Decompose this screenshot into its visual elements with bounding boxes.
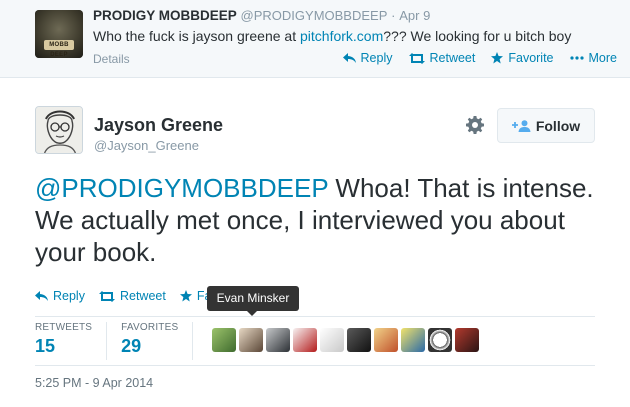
- parent-favorite-button[interactable]: Favorite: [491, 51, 554, 65]
- parent-avatar[interactable]: MOBB DEEP: [35, 10, 83, 58]
- parent-timestamp[interactable]: Apr 9: [399, 8, 430, 23]
- mention-link[interactable]: @PRODIGYMOBBDEEP: [35, 173, 328, 203]
- avatar-logo-text: MOBB DEEP: [44, 40, 74, 58]
- parent-favorite-label: Favorite: [508, 51, 554, 65]
- parent-header: PRODIGY MOBBDEEP @PRODIGYMOBBDEEP · Apr …: [93, 8, 430, 23]
- retweet-button[interactable]: Retweet: [98, 289, 166, 303]
- favoriter-avatar[interactable]: [428, 328, 452, 352]
- favoriter-avatar[interactable]: [347, 328, 371, 352]
- favoriter-avatar[interactable]: [401, 328, 425, 352]
- reply-button[interactable]: Reply: [35, 289, 85, 303]
- favoriter-avatar[interactable]: [212, 328, 236, 352]
- author-avatar[interactable]: [35, 106, 83, 154]
- ellipsis-icon: [569, 56, 584, 60]
- favorites-stat-label: FAVORITES: [121, 322, 179, 333]
- star-icon: [179, 290, 192, 302]
- retweet-label: Retweet: [119, 289, 166, 303]
- favoriter-avatar[interactable]: [239, 328, 263, 352]
- parent-more-label: More: [588, 51, 617, 65]
- parent-link[interactable]: pitchfork.com: [300, 28, 383, 44]
- parent-tweet[interactable]: MOBB DEEP PRODIGY MOBBDEEP @PRODIGYMOBBD…: [0, 0, 630, 78]
- favoriter-avatars: [212, 328, 479, 352]
- details-link[interactable]: Details: [93, 52, 130, 66]
- retweets-stat[interactable]: RETWEETS 15: [35, 322, 108, 360]
- reply-icon: [342, 52, 356, 63]
- engagement-stats: RETWEETS 15 FAVORITES 29: [35, 322, 207, 360]
- parent-text-after: ??? We looking for u bitch boy: [383, 28, 572, 44]
- parent-retweet-button[interactable]: Retweet: [408, 51, 476, 65]
- favoriter-avatar[interactable]: [293, 328, 317, 352]
- add-user-icon: [511, 119, 531, 132]
- favorites-stat[interactable]: FAVORITES 29: [121, 322, 194, 360]
- retweet-icon: [408, 52, 425, 64]
- parent-author-handle[interactable]: @PRODIGYMOBBDEEP: [241, 8, 388, 23]
- favoriter-avatar[interactable]: [266, 328, 290, 352]
- divider: [35, 316, 595, 317]
- follow-button[interactable]: Follow: [497, 108, 595, 143]
- separator-dot: ·: [391, 8, 396, 23]
- parent-tweet-text: Who the fuck is jayson greene at pitchfo…: [93, 28, 571, 44]
- user-tooltip: Evan Minsker: [207, 286, 299, 316]
- retweet-icon: [98, 290, 115, 302]
- parent-author-name[interactable]: PRODIGY MOBBDEEP: [93, 8, 237, 23]
- divider: [35, 365, 595, 366]
- parent-text-before: Who the fuck is jayson greene at: [93, 28, 300, 44]
- retweets-count: 15: [35, 336, 56, 356]
- tweet-timestamp[interactable]: 5:25 PM - 9 Apr 2014: [35, 376, 153, 390]
- reply-label: Reply: [53, 289, 85, 303]
- parent-more-button[interactable]: More: [569, 51, 617, 65]
- author-name[interactable]: Jayson Greene: [94, 115, 223, 136]
- reply-icon: [35, 290, 48, 301]
- parent-reply-label: Reply: [360, 51, 393, 65]
- parent-retweet-label: Retweet: [429, 51, 476, 65]
- tweet-text: @PRODIGYMOBBDEEP Whoa! That is intense. …: [35, 172, 595, 268]
- star-icon: [491, 52, 504, 64]
- sketch-portrait-image: [36, 107, 82, 153]
- retweets-stat-label: RETWEETS: [35, 322, 93, 333]
- author-handle[interactable]: @Jayson_Greene: [94, 138, 199, 153]
- favoriter-avatar[interactable]: [455, 328, 479, 352]
- parent-action-bar: Reply Retweet Favorite More: [342, 51, 617, 65]
- follow-label: Follow: [535, 117, 581, 134]
- parent-reply-button[interactable]: Reply: [342, 51, 393, 65]
- gear-icon[interactable]: [466, 116, 484, 134]
- tweet-action-bar: Reply Retweet Fav: [35, 289, 218, 303]
- favoriter-avatar[interactable]: [320, 328, 344, 352]
- favorites-count: 29: [121, 336, 142, 356]
- favoriter-avatar[interactable]: [374, 328, 398, 352]
